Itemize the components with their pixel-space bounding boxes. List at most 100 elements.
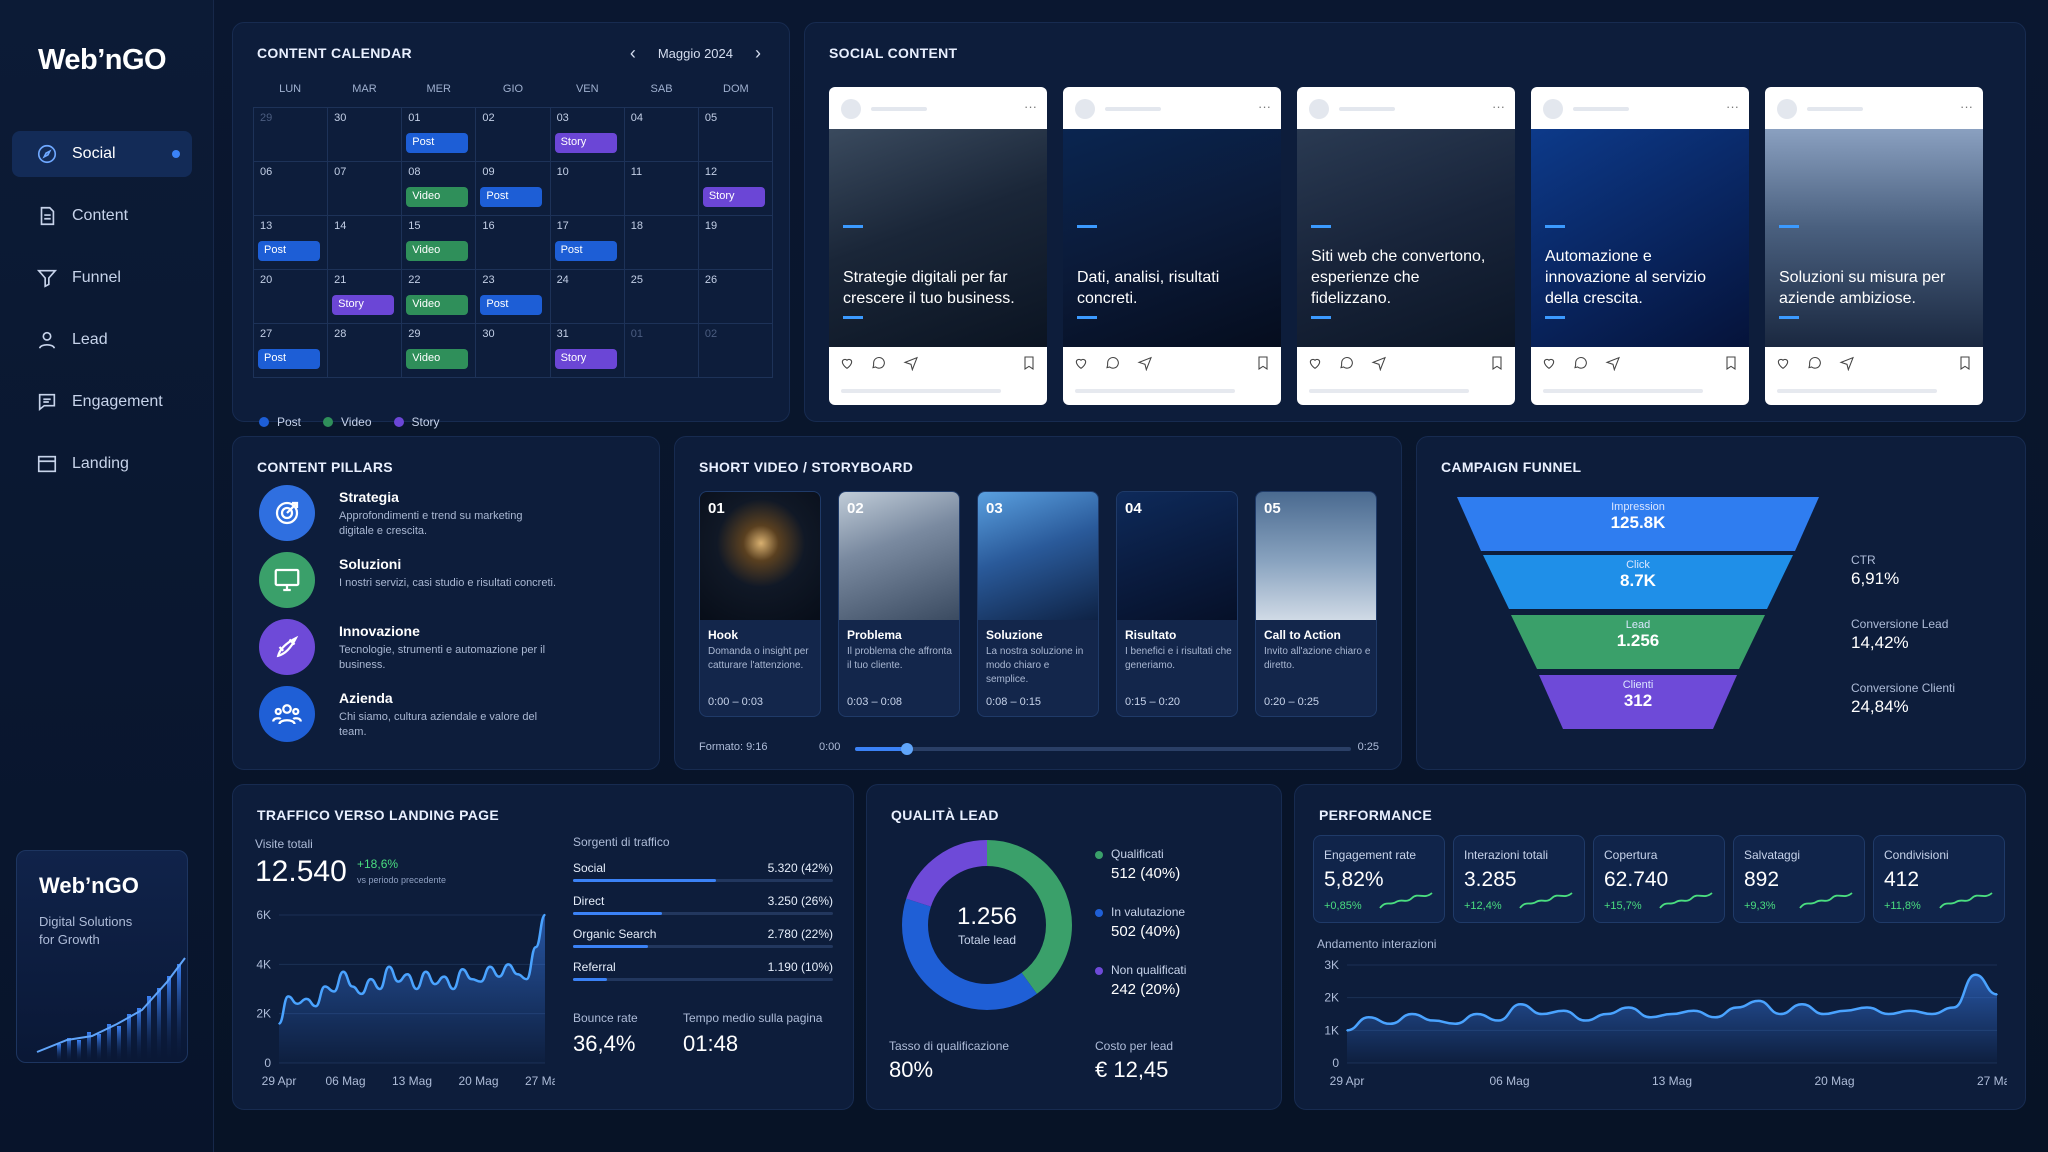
more-options-icon[interactable]: ··· bbox=[1492, 99, 1505, 114]
calendar-day[interactable]: 30 bbox=[328, 108, 403, 162]
calendar-day[interactable]: 31 Story bbox=[550, 324, 625, 378]
heart-icon[interactable] bbox=[1307, 355, 1323, 371]
storyboard-card[interactable]: 05 Call to Action Invito all'azione chiaro… bbox=[1255, 491, 1377, 717]
calendar-day[interactable]: 17 Post bbox=[550, 216, 625, 270]
sidebar-item-lead[interactable]: Lead bbox=[12, 317, 192, 363]
comment-icon[interactable] bbox=[1573, 355, 1589, 371]
calendar-day[interactable]: 09 Post bbox=[476, 162, 551, 216]
send-icon[interactable] bbox=[1605, 355, 1621, 371]
social-post-card[interactable]: ··· Strategie digitali per far crescere i… bbox=[829, 87, 1047, 405]
bookmark-icon[interactable] bbox=[1021, 355, 1037, 371]
calendar-chip-video[interactable]: Video bbox=[406, 295, 469, 315]
sidebar-item-social[interactable]: Social bbox=[12, 131, 192, 177]
send-icon[interactable] bbox=[1839, 355, 1855, 371]
calendar-chip-post[interactable]: Post bbox=[406, 133, 469, 153]
calendar-day[interactable]: 11 bbox=[624, 162, 699, 216]
social-post-card[interactable]: ··· Soluzioni su misura per aziende ambiz… bbox=[1765, 87, 1983, 405]
calendar-day[interactable]: 18 bbox=[624, 216, 699, 270]
send-icon[interactable] bbox=[903, 355, 919, 371]
calendar-day[interactable]: 12 Story bbox=[698, 162, 773, 216]
calendar-day[interactable]: 28 bbox=[328, 324, 403, 378]
calendar-day[interactable]: 13 Post bbox=[254, 216, 329, 270]
scrubber-handle[interactable] bbox=[901, 743, 913, 755]
pillar-item[interactable]: Strategia Approfondimenti e trend su mark… bbox=[259, 485, 559, 545]
kpi-card[interactable]: Copertura 62.740 +15,7% bbox=[1593, 835, 1725, 923]
storyboard-card[interactable]: 02 Problema Il problema che affronta il tu… bbox=[838, 491, 960, 717]
kpi-card[interactable]: Salvataggi 892 +9,3% bbox=[1733, 835, 1865, 923]
pillar-item[interactable]: Innovazione Tecnologie, strumenti e autom… bbox=[259, 619, 559, 679]
calendar-day[interactable]: 08 Video bbox=[402, 162, 477, 216]
social-post-card[interactable]: ··· Siti web che convertono, esperienze c… bbox=[1297, 87, 1515, 405]
kpi-card[interactable]: Condivisioni 412 +11,8% bbox=[1873, 835, 2005, 923]
calendar-day[interactable]: 06 bbox=[254, 162, 329, 216]
comment-icon[interactable] bbox=[871, 355, 887, 371]
calendar-day[interactable]: 30 bbox=[476, 324, 551, 378]
storyboard-card[interactable]: 01 Hook Domanda o insight per catturare l'… bbox=[699, 491, 821, 717]
next-month-icon[interactable]: › bbox=[755, 43, 761, 64]
calendar-day[interactable]: 23 Post bbox=[476, 270, 551, 324]
storyboard-card[interactable]: 04 Risultato I benefici e i risultati che … bbox=[1116, 491, 1238, 717]
calendar-day[interactable]: 01 Post bbox=[402, 108, 477, 162]
calendar-chip-video[interactable]: Video bbox=[406, 241, 469, 261]
heart-icon[interactable] bbox=[1073, 355, 1089, 371]
storyboard-card[interactable]: 03 Soluzione La nostra soluzione in modo c… bbox=[977, 491, 1099, 717]
calendar-chip-story[interactable]: Story bbox=[554, 133, 617, 153]
calendar-chip-post[interactable]: Post bbox=[480, 295, 543, 315]
kpi-card[interactable]: Engagement rate 5,82% +0,85% bbox=[1313, 835, 1445, 923]
calendar-chip-post[interactable]: Post bbox=[258, 241, 320, 261]
calendar-day[interactable]: 27 Post bbox=[254, 324, 329, 378]
calendar-chip-video[interactable]: Video bbox=[406, 349, 469, 369]
sidebar-item-content[interactable]: Content bbox=[12, 193, 192, 239]
app-logo[interactable]: Web’nGO bbox=[38, 44, 167, 77]
kpi-card[interactable]: Interazioni totali 3.285 +12,4% bbox=[1453, 835, 1585, 923]
calendar-chip-story[interactable]: Story bbox=[702, 187, 765, 207]
calendar-day[interactable]: 15 Video bbox=[402, 216, 477, 270]
bookmark-icon[interactable] bbox=[1957, 355, 1973, 371]
timeline-scrubber[interactable] bbox=[855, 743, 1351, 755]
calendar-day[interactable]: 01 bbox=[624, 324, 699, 378]
more-options-icon[interactable]: ··· bbox=[1024, 99, 1037, 114]
calendar-day[interactable]: 20 bbox=[254, 270, 329, 324]
calendar-chip-post[interactable]: Post bbox=[258, 349, 320, 369]
comment-icon[interactable] bbox=[1807, 355, 1823, 371]
sidebar-item-funnel[interactable]: Funnel bbox=[12, 255, 192, 301]
bookmark-icon[interactable] bbox=[1255, 355, 1271, 371]
heart-icon[interactable] bbox=[1541, 355, 1557, 371]
calendar-day[interactable]: 04 bbox=[624, 108, 699, 162]
more-options-icon[interactable]: ··· bbox=[1960, 99, 1973, 114]
sidebar-item-engagement[interactable]: Engagement bbox=[12, 379, 192, 425]
social-post-card[interactable]: ··· Automazione e innovazione al servizio… bbox=[1531, 87, 1749, 405]
calendar-day[interactable]: 29 bbox=[254, 108, 329, 162]
calendar-day[interactable]: 03 Story bbox=[550, 108, 625, 162]
bookmark-icon[interactable] bbox=[1489, 355, 1505, 371]
calendar-day[interactable]: 22 Video bbox=[402, 270, 477, 324]
calendar-day[interactable]: 21 Story bbox=[328, 270, 403, 324]
send-icon[interactable] bbox=[1371, 355, 1387, 371]
calendar-day[interactable]: 26 bbox=[698, 270, 773, 324]
calendar-day[interactable]: 19 bbox=[698, 216, 773, 270]
heart-icon[interactable] bbox=[839, 355, 855, 371]
calendar-day[interactable]: 16 bbox=[476, 216, 551, 270]
more-options-icon[interactable]: ··· bbox=[1258, 99, 1271, 114]
sidebar-item-landing[interactable]: Landing bbox=[12, 441, 192, 487]
send-icon[interactable] bbox=[1137, 355, 1153, 371]
prev-month-icon[interactable]: ‹ bbox=[630, 43, 636, 64]
calendar-day[interactable]: 02 bbox=[476, 108, 551, 162]
calendar-day[interactable]: 07 bbox=[328, 162, 403, 216]
calendar-chip-video[interactable]: Video bbox=[406, 187, 469, 207]
pillar-item[interactable]: Soluzioni I nostri servizi, casi studio e… bbox=[259, 552, 559, 612]
more-options-icon[interactable]: ··· bbox=[1726, 99, 1739, 114]
calendar-chip-post[interactable]: Post bbox=[480, 187, 543, 207]
pillar-item[interactable]: Azienda Chi siamo, cultura aziendale e va… bbox=[259, 686, 559, 746]
calendar-day[interactable]: 29 Video bbox=[402, 324, 477, 378]
calendar-chip-story[interactable]: Story bbox=[332, 295, 395, 315]
social-post-card[interactable]: ··· Dati, analisi, risultati concreti. bbox=[1063, 87, 1281, 405]
calendar-day[interactable]: 14 bbox=[328, 216, 403, 270]
calendar-day[interactable]: 25 bbox=[624, 270, 699, 324]
comment-icon[interactable] bbox=[1339, 355, 1355, 371]
calendar-day[interactable]: 24 bbox=[550, 270, 625, 324]
calendar-day[interactable]: 10 bbox=[550, 162, 625, 216]
calendar-chip-story[interactable]: Story bbox=[554, 349, 617, 369]
calendar-day[interactable]: 02 bbox=[698, 324, 773, 378]
comment-icon[interactable] bbox=[1105, 355, 1121, 371]
